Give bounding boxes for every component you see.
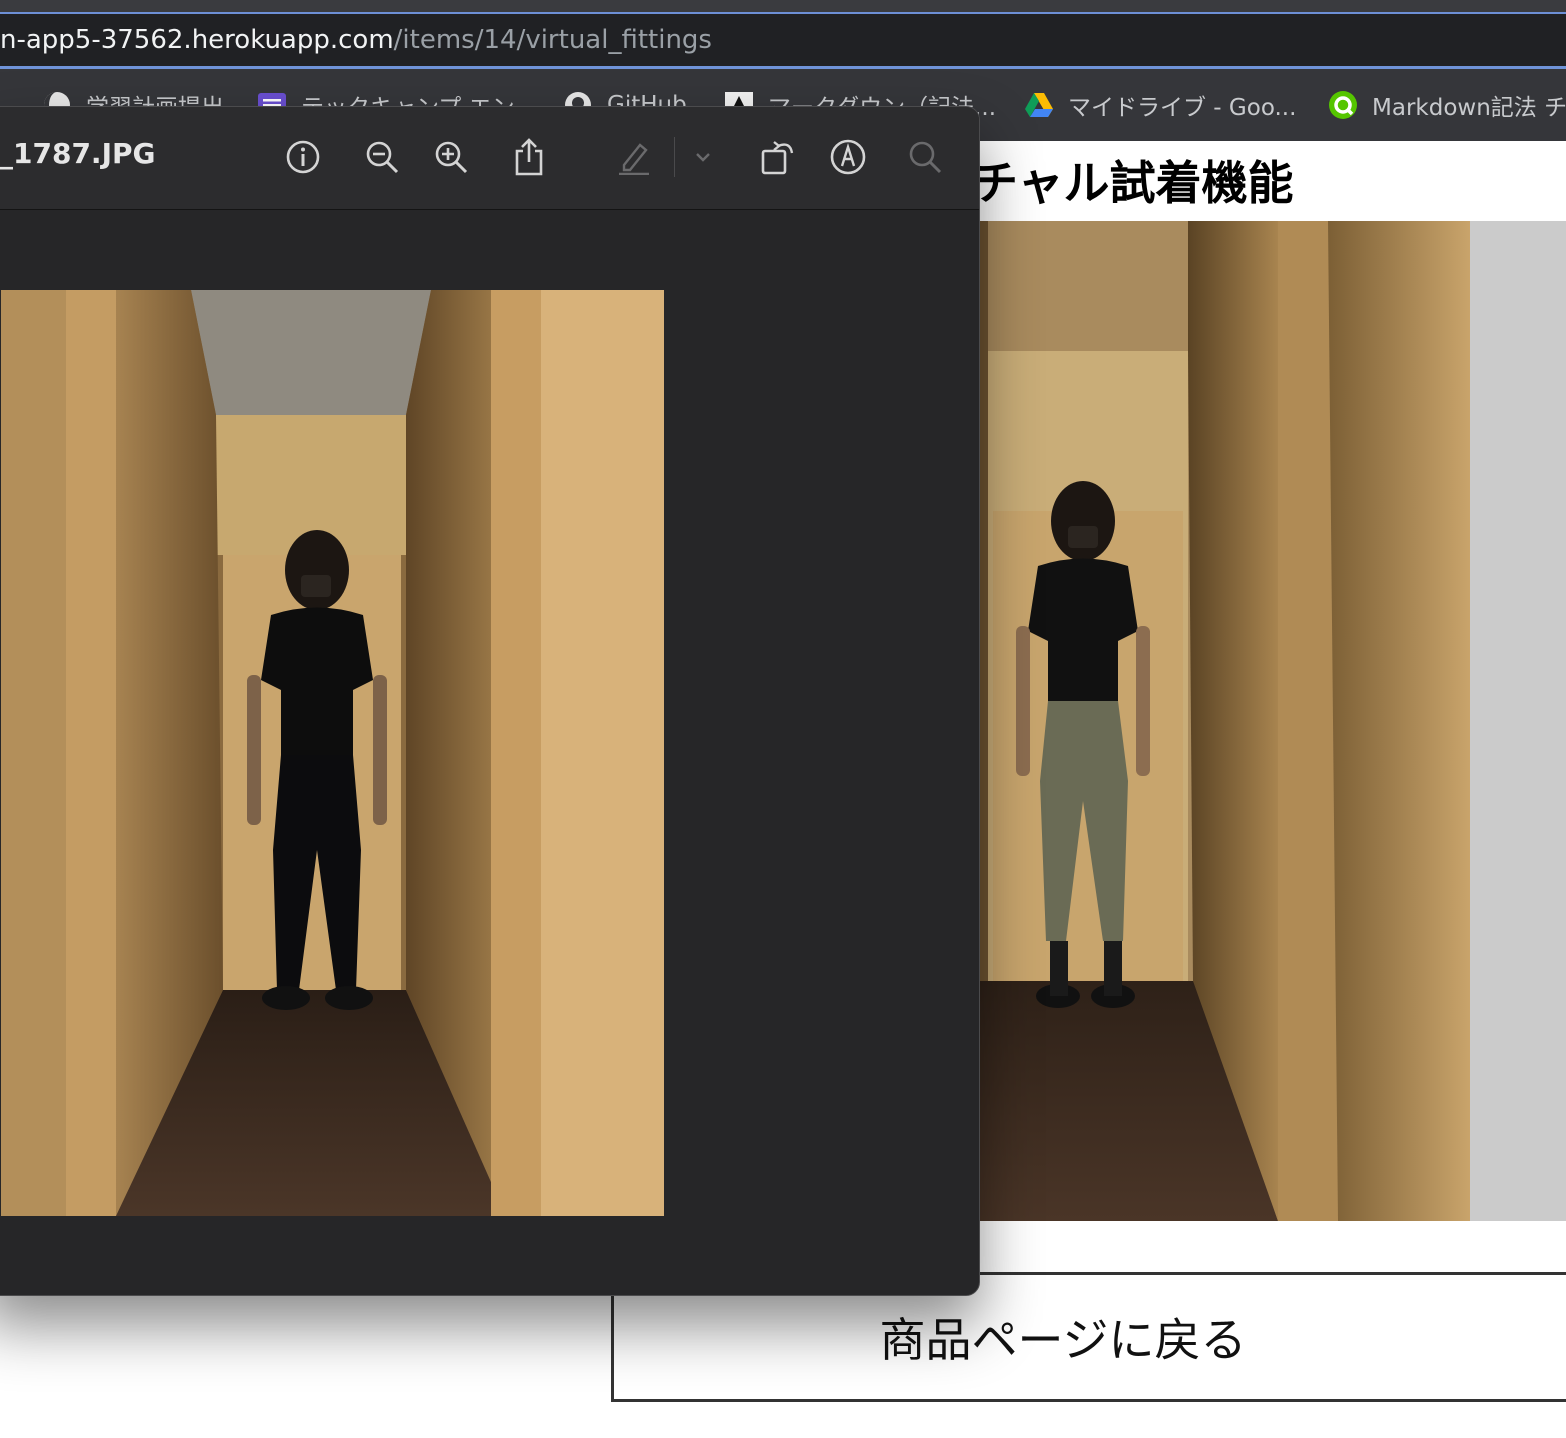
zoom-in-button[interactable] [431, 137, 471, 177]
url-host: n-app5-37562.herokuapp.com [0, 25, 394, 55]
google-drive-icon [1024, 90, 1054, 120]
highlight-options-button[interactable] [683, 137, 723, 177]
markup-icon [829, 138, 867, 176]
virtual-fitting-result-image [978, 221, 1470, 1221]
bookmark-item-google-drive[interactable]: マイドライブ - Goo... [1024, 85, 1296, 125]
bookmark-item-markdown-qiita[interactable]: Markdown記法 チ [1328, 85, 1566, 125]
zoom-in-icon [433, 139, 469, 175]
original-photo [1, 290, 664, 1216]
share-icon [511, 137, 547, 177]
page-title: チャル試着機能 [972, 156, 1294, 210]
url-path: /items/14/virtual_fittings [393, 25, 712, 55]
preview-toolbar: _1787.JPG [0, 107, 979, 210]
search-icon [907, 139, 943, 175]
zoom-out-button[interactable] [362, 137, 402, 177]
bookmark-label: Markdown記法 チ [1372, 95, 1566, 121]
url-text[interactable]: n-app5-37562.herokuapp.com/items/14/virt… [0, 23, 712, 57]
highlight-pen-icon [616, 139, 652, 175]
image-backdrop [1468, 221, 1566, 1221]
browser-tab-strip [0, 0, 1566, 14]
highlight-button[interactable] [614, 137, 654, 177]
rotate-button[interactable] [758, 137, 798, 177]
bookmark-label: マイドライブ - Goo... [1068, 95, 1297, 121]
preview-window: _1787.JPG [0, 106, 980, 1296]
share-button[interactable] [509, 137, 549, 177]
address-bar[interactable]: n-app5-37562.herokuapp.com/items/14/virt… [0, 14, 1566, 69]
toolbar-separator [674, 137, 675, 177]
zoom-out-icon [364, 139, 400, 175]
info-button[interactable] [283, 137, 323, 177]
chevron-down-icon [693, 147, 713, 167]
info-icon [285, 139, 321, 175]
rotate-icon [760, 137, 796, 177]
search-button[interactable] [905, 137, 945, 177]
back-to-item-label: 商品ページに戻る [879, 1313, 1247, 1367]
file-name: _1787.JPG [0, 137, 156, 170]
qiita-icon [1328, 90, 1358, 120]
markup-button[interactable] [828, 137, 868, 177]
